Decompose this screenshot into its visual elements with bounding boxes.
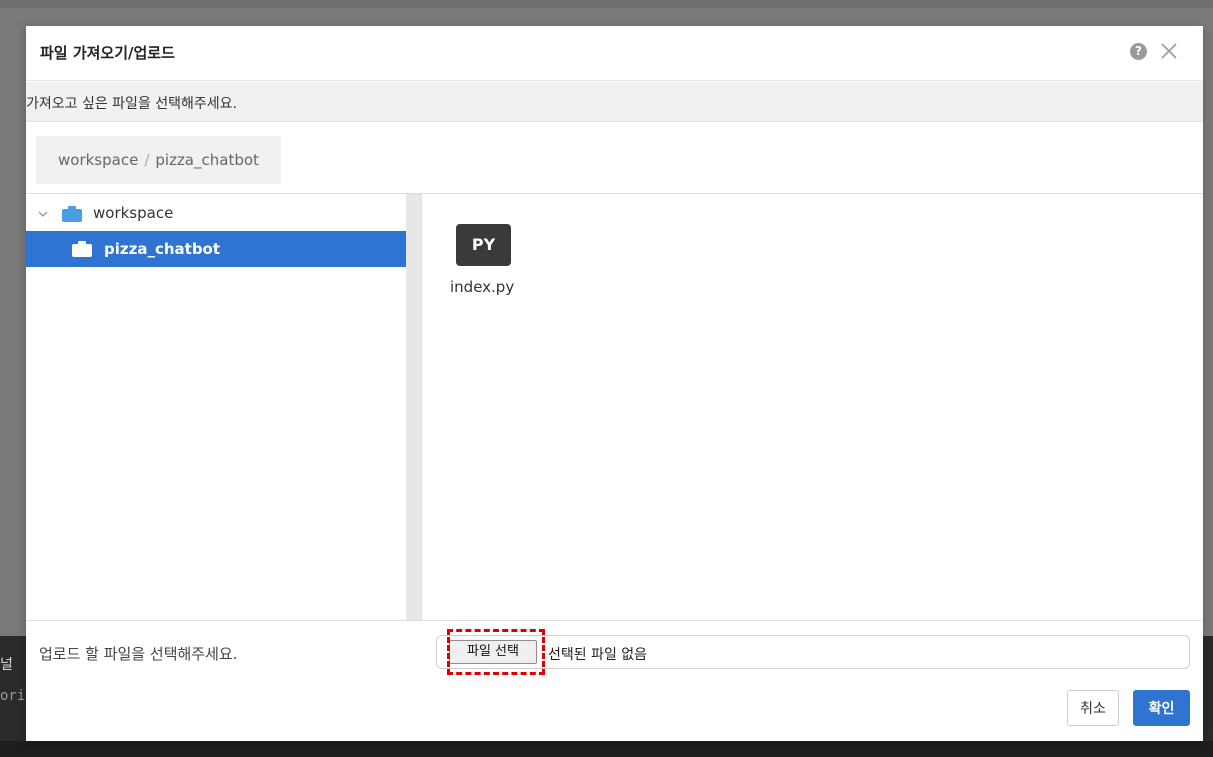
backdrop-text-line1: 널 bbox=[0, 657, 13, 673]
folder-icon bbox=[72, 241, 92, 257]
cancel-button[interactable]: 취소 bbox=[1067, 690, 1119, 726]
tree-item-workspace[interactable]: workspace bbox=[26, 198, 406, 228]
tree-scrollbar[interactable] bbox=[406, 194, 421, 620]
choose-file-button[interactable]: 파일 선택 bbox=[449, 640, 537, 664]
close-icon[interactable] bbox=[1158, 40, 1180, 62]
backdrop-text-line2: ori bbox=[0, 688, 26, 704]
chevron-down-icon[interactable] bbox=[37, 208, 49, 220]
breadcrumb-separator: / bbox=[144, 151, 150, 169]
dialog-header: 파일 가져오기/업로드 ? bbox=[26, 26, 1203, 81]
dialog-footer: 업로드 할 파일을 선택해주세요. 파일 선택 선택된 파일 없음 취소 확인 bbox=[26, 620, 1203, 741]
dialog-title: 파일 가져오기/업로드 bbox=[40, 44, 175, 62]
file-item-index-py[interactable]: PY index.py bbox=[450, 220, 530, 310]
tree-item-label: workspace bbox=[93, 204, 174, 222]
folder-tree: workspace pizza_chatbot bbox=[26, 194, 406, 620]
file-list: PY index.py bbox=[422, 194, 1203, 620]
file-input-status: 선택된 파일 없음 bbox=[548, 647, 648, 663]
help-icon[interactable]: ? bbox=[1130, 43, 1147, 60]
backdrop-top bbox=[0, 0, 1213, 8]
upload-label: 업로드 할 파일을 선택해주세요. bbox=[39, 645, 238, 663]
backdrop-strip bbox=[0, 741, 1213, 757]
breadcrumb-current[interactable]: pizza_chatbot bbox=[155, 151, 259, 169]
file-name: index.py bbox=[450, 278, 515, 296]
confirm-button[interactable]: 확인 bbox=[1133, 690, 1190, 726]
folder-icon bbox=[62, 206, 82, 222]
breadcrumb: workspace / pizza_chatbot bbox=[36, 136, 281, 184]
instruction-text: 가져오고 싶은 파일을 선택해주세요. bbox=[26, 96, 237, 112]
instruction-bar: 가져오고 싶은 파일을 선택해주세요. bbox=[26, 82, 1203, 122]
tree-item-label: pizza_chatbot bbox=[104, 240, 221, 258]
file-import-dialog: 파일 가져오기/업로드 ? 가져오고 싶은 파일을 선택해주세요. worksp… bbox=[26, 26, 1203, 741]
python-file-icon: PY bbox=[456, 224, 511, 266]
breadcrumb-root[interactable]: workspace bbox=[58, 151, 138, 169]
tree-item-pizza-chatbot[interactable]: pizza_chatbot bbox=[26, 231, 406, 267]
file-input[interactable]: 파일 선택 선택된 파일 없음 bbox=[436, 629, 1190, 675]
